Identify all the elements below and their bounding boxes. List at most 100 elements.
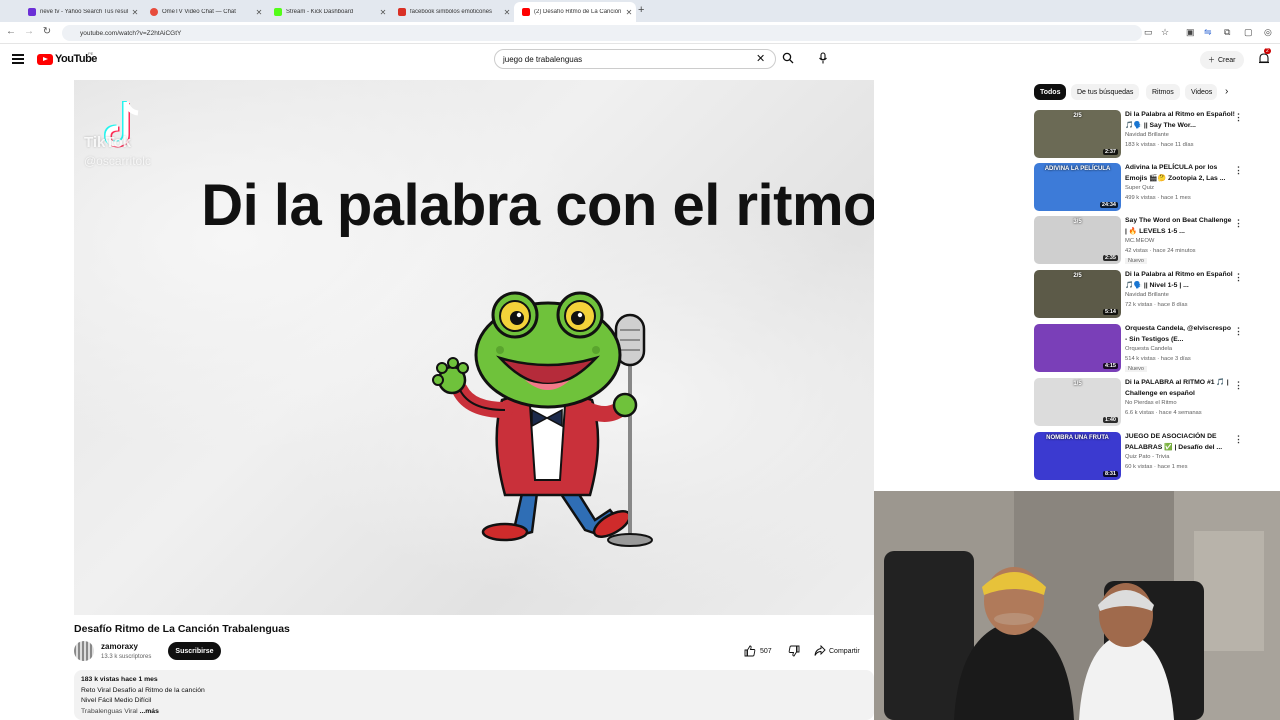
- close-icon[interactable]: ✕: [500, 8, 514, 17]
- share-icon: [814, 645, 826, 656]
- tab-favicon: [522, 8, 530, 16]
- video-thumbnail[interactable]: ADIVINA LA PELÍCULA 24:34: [1034, 163, 1121, 211]
- more-vert-icon[interactable]: ⋮: [1234, 272, 1243, 283]
- youtube-logo[interactable]: YouTube PE: [37, 51, 97, 65]
- show-more-link[interactable]: ...más: [140, 708, 159, 715]
- recommendation-item[interactable]: ADIVINA LA PELÍCULA 24:34 Adivina la PELÍC…: [1034, 163, 1274, 213]
- recommendation-item[interactable]: 3/5 2:35 Say The Word on Beat Challenge | …: [1034, 216, 1274, 266]
- create-button[interactable]: ＋ Crear: [1200, 51, 1244, 69]
- recommendation-channel[interactable]: Navidad Brillante: [1125, 292, 1169, 298]
- share-button[interactable]: Compartir: [814, 642, 860, 660]
- description-meta: 183 k vistas hace 1 mes: [81, 676, 158, 683]
- close-icon[interactable]: ✕: [376, 8, 390, 17]
- recommendation-title[interactable]: JUEGO DE ASOCIACIÓN DE PALABRAS ✅ | Desa…: [1125, 432, 1235, 453]
- recommendation-title[interactable]: Di la Palabra al Ritmo en Español 🎵🗣️ ||…: [1125, 270, 1235, 291]
- recommendation-item[interactable]: 4:15 Orquesta Candela, @elviscrespo - Sin…: [1034, 324, 1274, 374]
- more-vert-icon[interactable]: ⋮: [1234, 112, 1243, 123]
- recommendation-meta: 514 k vistas · hace 3 días: [1125, 356, 1191, 362]
- close-icon[interactable]: ✕: [128, 8, 142, 17]
- browser-tab-1[interactable]: neve tv - Yahoo Search Tus resul ✕: [20, 2, 142, 22]
- new-tab-button[interactable]: +: [638, 4, 644, 16]
- singing-frog-illustration: [432, 291, 653, 547]
- video-thumbnail[interactable]: NOMBRA UNA FRUTA 8:31: [1034, 432, 1121, 480]
- channel-name[interactable]: zamoraxy: [101, 642, 138, 651]
- recommendation-item[interactable]: NOMBRA UNA FRUTA 8:31 JUEGO DE ASOCIACIÓN …: [1034, 432, 1274, 482]
- menu-icon[interactable]: [12, 54, 24, 64]
- chip-de-tus-busquedas[interactable]: De tus búsquedas: [1071, 84, 1140, 100]
- chip-todos[interactable]: Todos: [1034, 84, 1067, 100]
- chip-ritmos[interactable]: Ritmos: [1146, 84, 1180, 100]
- thumbs-down-icon[interactable]: [788, 645, 800, 657]
- youtube-play-icon: [37, 53, 53, 65]
- back-icon[interactable]: ←: [4, 26, 18, 37]
- recommendation-item[interactable]: 2/5 2:37 Di la Palabra al Ritmo en Español…: [1034, 110, 1274, 160]
- search-icon[interactable]: [782, 52, 794, 64]
- more-vert-icon[interactable]: ⋮: [1234, 434, 1243, 445]
- tiktok-watermark-text: TikTok: [84, 134, 131, 151]
- browser-tab-4[interactable]: facebook simbolos emoticones ✕: [390, 2, 514, 22]
- chevron-right-icon[interactable]: ›: [1225, 86, 1228, 97]
- video-player[interactable]: TikTok @oscarritolc Di la palabra con el…: [74, 80, 874, 615]
- cast-icon[interactable]: ▭: [1144, 27, 1153, 38]
- recommendation-item[interactable]: 1/5 1:40 Di la PALABRA al RITMO #1 🎵 | Cha…: [1034, 378, 1274, 428]
- search-query: juego de trabalenguas: [503, 54, 583, 64]
- clear-search-icon[interactable]: ✕: [756, 52, 765, 65]
- extension-icon[interactable]: ▣: [1186, 27, 1195, 38]
- recommendation-channel[interactable]: Quiz Pato - Trivia: [1125, 454, 1169, 460]
- video-thumbnail[interactable]: 2/5 5:14: [1034, 270, 1121, 318]
- mic-icon[interactable]: [817, 52, 829, 64]
- share-label: Compartir: [829, 647, 860, 655]
- more-vert-icon[interactable]: ⋮: [1234, 165, 1243, 176]
- recommendation-meta: 6.6 k vistas · hace 4 semanas: [1125, 410, 1202, 416]
- more-vert-icon[interactable]: ⋮: [1234, 218, 1243, 229]
- thumbs-up-icon[interactable]: [744, 645, 756, 657]
- video-thumbnail[interactable]: 4:15: [1034, 324, 1121, 372]
- subscribe-button[interactable]: Suscribirse: [168, 642, 221, 660]
- browser-tab-5-active[interactable]: (2) Desafío Ritmo de La Canción ✕: [514, 2, 636, 22]
- forward-icon[interactable]: →: [22, 26, 36, 37]
- bookmark-star-icon[interactable]: ☆: [1161, 27, 1169, 38]
- recommendation-title[interactable]: Di la Palabra al Ritmo en Español! 🎵🗣️ |…: [1125, 110, 1235, 131]
- recommendation-channel[interactable]: Orquesta Candela: [1125, 346, 1172, 352]
- downloads-icon[interactable]: ▢: [1244, 27, 1253, 38]
- recommendation-title[interactable]: Say The Word on Beat Challenge | 🔥 LEVEL…: [1125, 216, 1235, 237]
- more-vert-icon[interactable]: ⋮: [1234, 326, 1243, 337]
- more-vert-icon[interactable]: ⋮: [1234, 380, 1243, 391]
- video-thumbnail[interactable]: 1/5 1:40: [1034, 378, 1121, 426]
- search-input[interactable]: juego de trabalenguas: [494, 49, 776, 69]
- recommendation-title[interactable]: Di la PALABRA al RITMO #1 🎵 | Challenge …: [1125, 378, 1235, 399]
- recommendation-item[interactable]: 2/5 5:14 Di la Palabra al Ritmo en Español…: [1034, 270, 1274, 320]
- description-line: Reto Viral Desafío al Ritmo de la canció…: [81, 686, 205, 694]
- close-icon[interactable]: ✕: [622, 8, 636, 17]
- video-caption-text: Di la palabra con el ritmo!: [201, 173, 874, 238]
- recommendation-title[interactable]: Orquesta Candela, @elviscrespo - Sin Tes…: [1125, 324, 1235, 345]
- recommendation-meta: 183 k vistas · hace 11 días: [1125, 142, 1194, 148]
- recommendation-channel[interactable]: Super Quiz: [1125, 185, 1154, 191]
- description-line: Nivel Fácil Medio Difícil: [81, 697, 152, 704]
- description-box[interactable]: 183 k vistas hace 1 mes Reto Viral Desaf…: [74, 670, 874, 720]
- like-count[interactable]: 507: [760, 648, 772, 655]
- channel-avatar[interactable]: [74, 641, 94, 661]
- recommendation-channel[interactable]: MC.MEOW: [1125, 238, 1154, 244]
- recommendation-channel[interactable]: No Pierdas el Ritmo: [1125, 400, 1177, 406]
- bell-icon[interactable]: [1258, 52, 1270, 66]
- extension-icon-2[interactable]: ⇋: [1204, 27, 1212, 38]
- recommendation-title[interactable]: Adivina la PELÍCULA por los Emojis 🎬🤔 Zo…: [1125, 163, 1235, 184]
- tab-label: (2) Desafío Ritmo de La Canción: [534, 9, 622, 15]
- duration-badge: 4:15: [1102, 363, 1118, 369]
- tab-label: OmeTV Video Chat — Chat: [162, 9, 236, 15]
- browser-tab-3[interactable]: Stream - Kick Dashboard ✕: [266, 2, 390, 22]
- duration-badge: 5:14: [1102, 309, 1118, 315]
- reload-icon[interactable]: ↻: [40, 26, 54, 37]
- thumbnail-label: 2/5: [1073, 273, 1082, 279]
- browser-tab-2[interactable]: OmeTV Video Chat — Chat ✕: [142, 2, 266, 22]
- close-icon[interactable]: ✕: [252, 8, 266, 17]
- chip-videos[interactable]: Videos: [1185, 84, 1217, 100]
- video-thumbnail[interactable]: 2/5 2:37: [1034, 110, 1121, 158]
- recommendation-channel[interactable]: Navidad Brillante: [1125, 132, 1169, 138]
- extensions-puzzle-icon[interactable]: ⧉: [1224, 27, 1230, 38]
- url-field[interactable]: youtube.com/watch?v=Z2htAiCGtY: [62, 25, 1142, 41]
- youtube-header: YouTube PE juego de trabalenguas ✕ ＋ Cre…: [0, 44, 1280, 76]
- video-thumbnail[interactable]: 3/5 2:35: [1034, 216, 1121, 264]
- profile-icon[interactable]: ◎: [1264, 27, 1272, 38]
